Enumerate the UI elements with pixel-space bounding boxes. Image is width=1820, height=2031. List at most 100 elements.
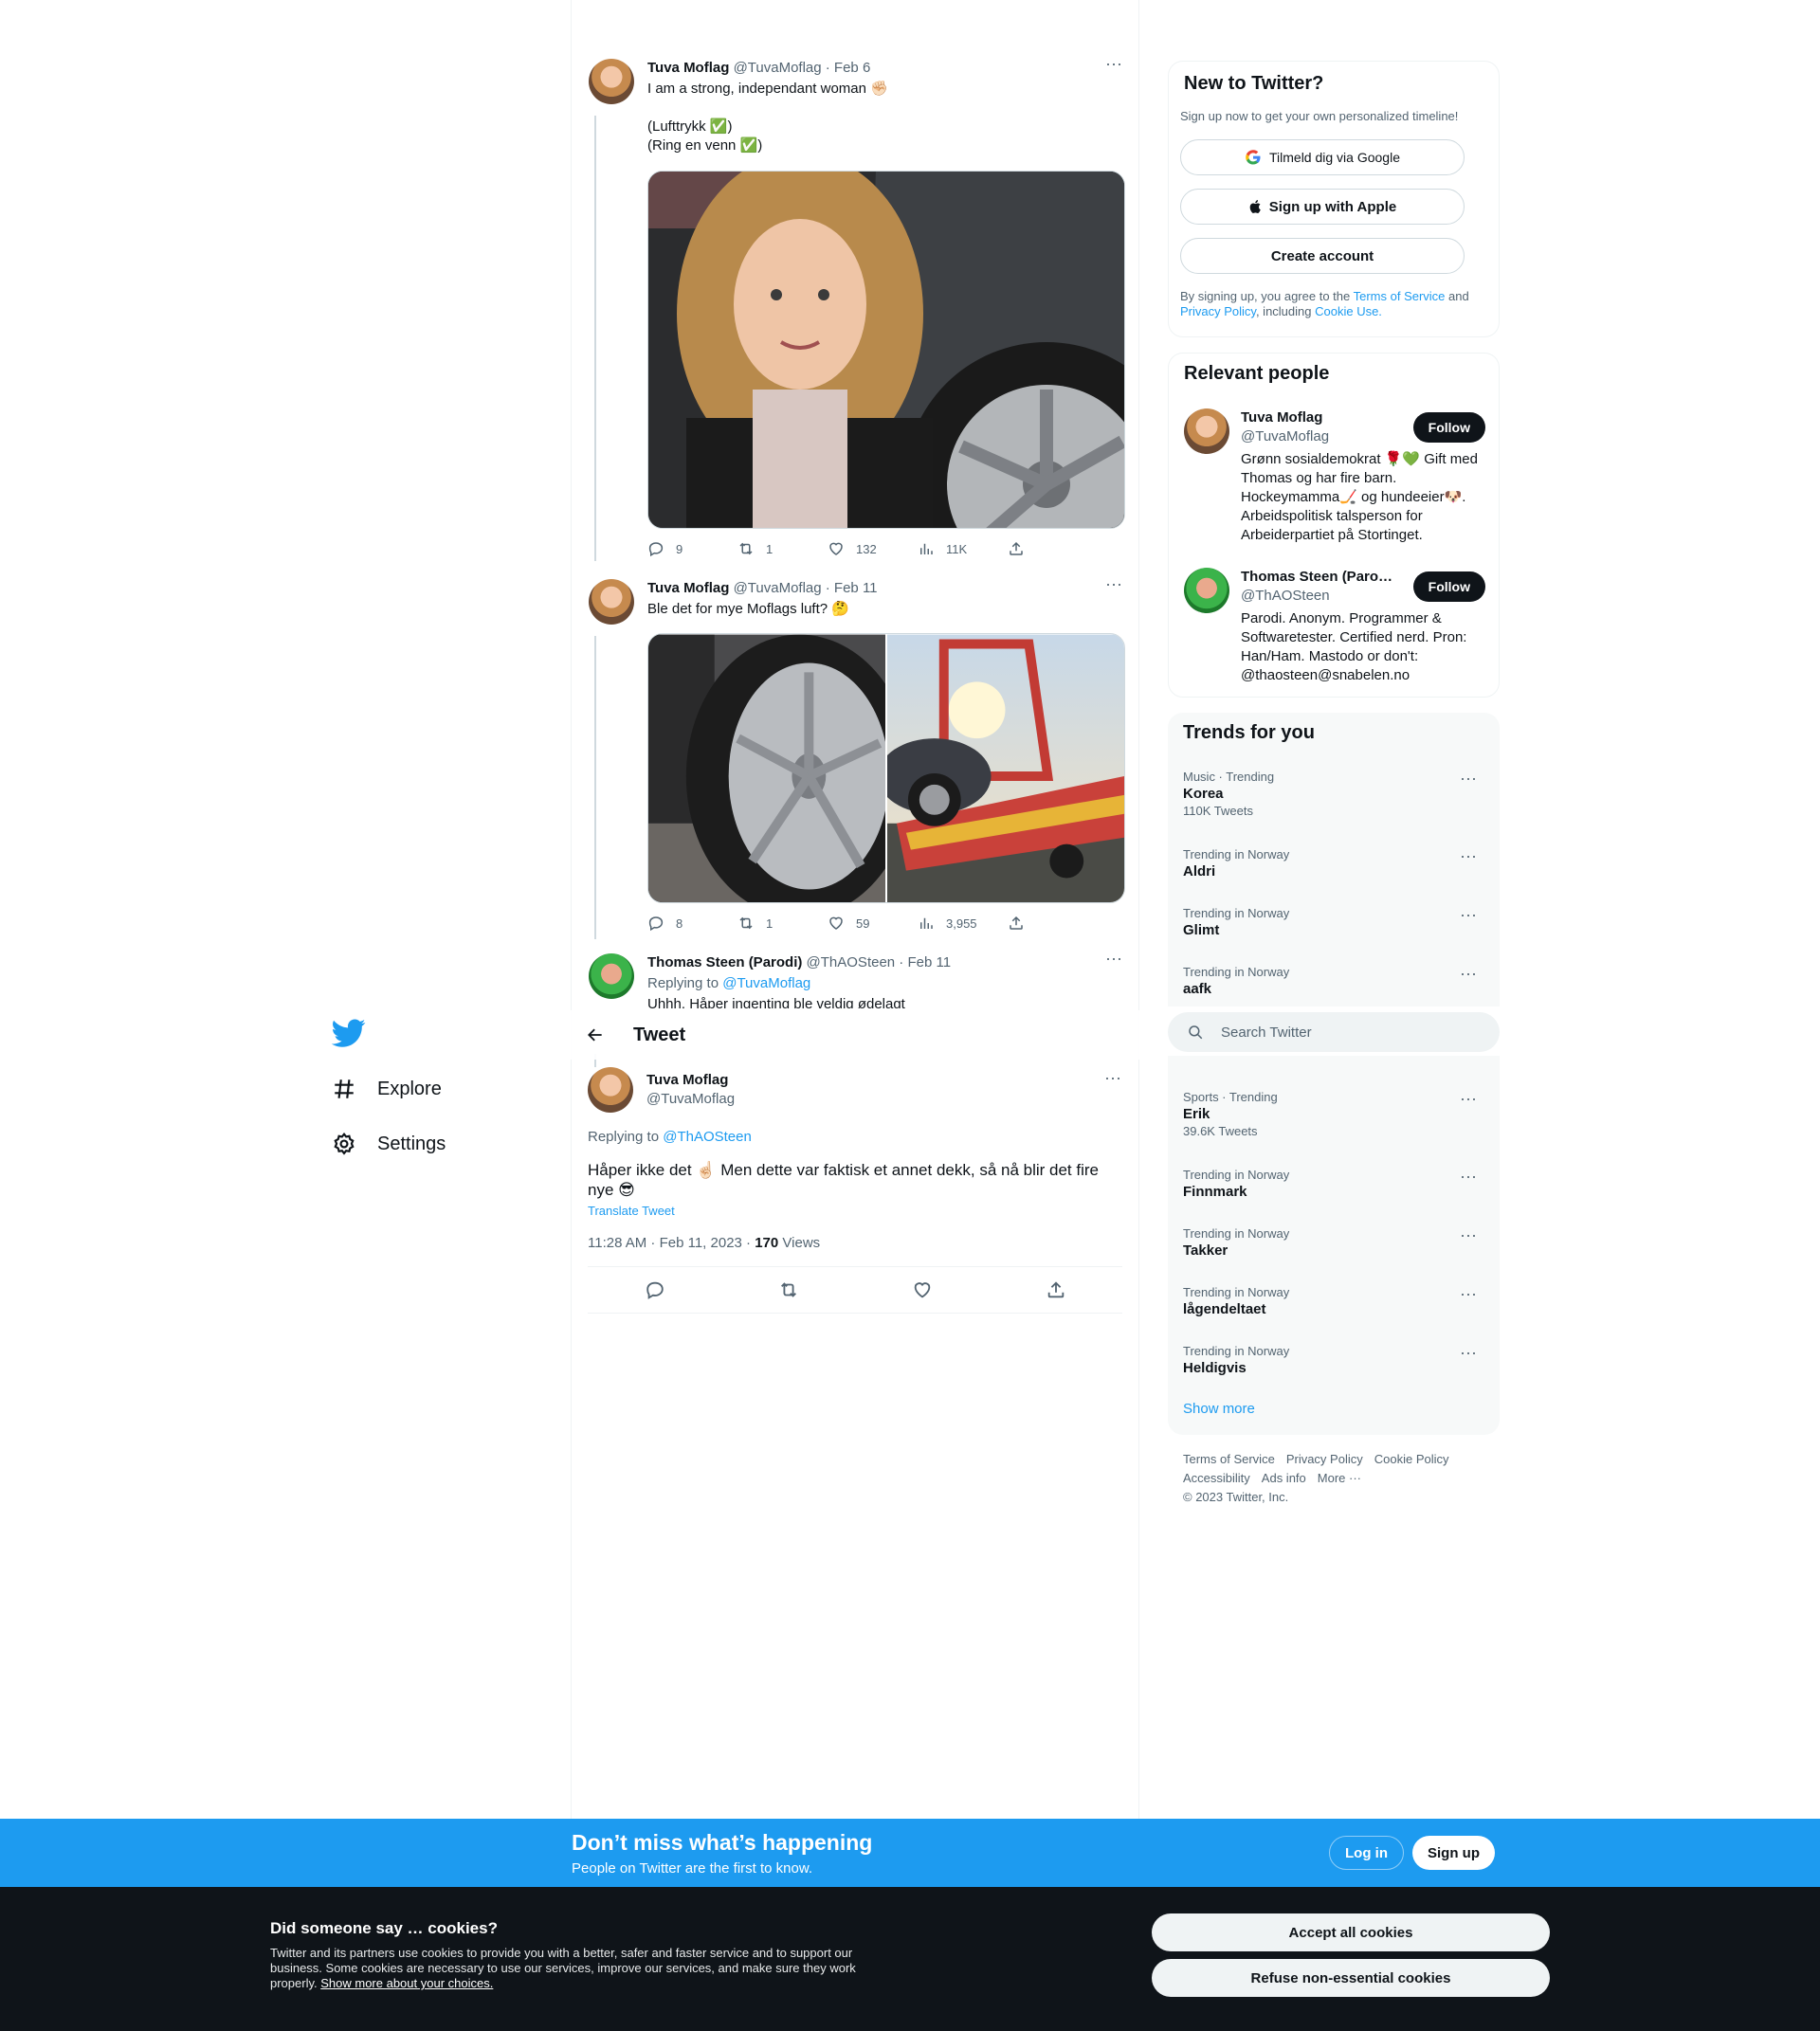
trends-card-continued: Sports · Trending Erik 39.6K Tweets ··· … [1168, 1056, 1500, 1435]
show-more-link[interactable]: Show more [1183, 1401, 1255, 1417]
trend-item[interactable]: Trending in Norway lågendeltaet ··· [1183, 1285, 1484, 1319]
more-options-icon[interactable]: ··· [1460, 847, 1477, 864]
tweet[interactable]: Tuva Moflag @TuvaMoflag · Feb 6 I am a s… [589, 55, 1125, 571]
footer-link[interactable]: Terms of Service [1183, 1452, 1275, 1466]
footer-link[interactable]: Accessibility [1183, 1471, 1250, 1485]
trend-item[interactable]: Trending in Norway Finnmark ··· [1183, 1168, 1484, 1202]
trend-name: Takker [1183, 1242, 1228, 1259]
like-button[interactable]: 59 [828, 915, 918, 932]
views-button[interactable]: 3,955 [918, 915, 1008, 932]
footer-link[interactable]: More ··· [1318, 1471, 1361, 1485]
search-box[interactable]: Search Twitter [1168, 1012, 1500, 1052]
trend-item[interactable]: Music · Trending Korea 110K Tweets ··· [1183, 770, 1484, 819]
like-button[interactable]: 132 [828, 540, 918, 557]
more-options-icon[interactable]: ··· [1104, 575, 1123, 598]
avatar[interactable] [589, 953, 634, 999]
trend-item[interactable]: Sports · Trending Erik 39.6K Tweets ··· [1183, 1090, 1484, 1139]
terms-link[interactable]: Terms of Service [1354, 289, 1446, 303]
more-options-icon[interactable]: ··· [1460, 1090, 1477, 1107]
login-button[interactable]: Log in [1329, 1836, 1404, 1870]
refuse-cookies-button[interactable]: Refuse non-essential cookies [1152, 1959, 1550, 1997]
share-button[interactable] [1008, 540, 1098, 557]
follow-button[interactable]: Follow [1412, 412, 1485, 443]
terms-including: , including [1255, 304, 1316, 318]
tweet[interactable]: Tuva Moflag @TuvaMoflag · Feb 11 Ble det… [589, 575, 1125, 939]
reply-button[interactable]: 9 [647, 540, 737, 557]
signup-banner: Don’t miss what’s happening People on Tw… [0, 1819, 1820, 1887]
retweet-icon[interactable] [778, 1279, 799, 1300]
more-options-icon[interactable]: ··· [1460, 1285, 1477, 1302]
tweet-header: Tuva Moflag @TuvaMoflag · Feb 6 [647, 59, 1123, 78]
google-signup-button[interactable]: Tilmeld dig via Google [1180, 139, 1465, 175]
search-input[interactable]: Search Twitter [1221, 1025, 1312, 1041]
more-options-icon[interactable]: ··· [1460, 906, 1477, 923]
trend-meta: Music · Trending [1183, 770, 1275, 784]
footer-link[interactable]: Ads info [1262, 1471, 1306, 1485]
signup-button[interactable]: Sign up [1412, 1836, 1495, 1870]
twitter-logo-icon[interactable] [332, 1016, 366, 1050]
google-signup-label: Tilmeld dig via Google [1269, 150, 1400, 165]
author-handle[interactable]: @TuvaMoflag [646, 1090, 735, 1109]
avatar[interactable] [1184, 408, 1229, 454]
more-options-icon[interactable]: ··· [1103, 1069, 1122, 1092]
heart-icon [829, 542, 843, 555]
tweet-photo[interactable] [647, 171, 1125, 529]
views-button[interactable]: 11K [918, 540, 1008, 557]
views-count: 170 [755, 1235, 779, 1251]
trend-item[interactable]: Trending in Norway Takker ··· [1183, 1226, 1484, 1260]
terms-and: and [1445, 289, 1469, 303]
tweet[interactable]: Thomas Steen (Parodi) @ThAOSteen · Feb 1… [589, 953, 1123, 1008]
more-options-icon[interactable]: ··· [1460, 770, 1477, 787]
share-icon[interactable] [1046, 1279, 1066, 1300]
create-account-button[interactable]: Create account [1180, 238, 1465, 274]
tweet-meta[interactable]: @TuvaMoflag · Feb 6 [734, 60, 871, 76]
trend-item[interactable]: Trending in Norway Glimt ··· [1183, 906, 1484, 940]
more-options-icon[interactable]: ··· [1460, 1168, 1477, 1185]
reply-button[interactable]: 8 [647, 915, 737, 932]
cookie-use-link[interactable]: Cookie Use. [1315, 304, 1382, 318]
share-button[interactable] [1008, 915, 1098, 932]
avatar[interactable] [589, 59, 634, 104]
replying-to-handle[interactable]: @ThAOSteen [663, 1129, 752, 1145]
footer-link[interactable]: Cookie Policy [1374, 1452, 1449, 1466]
more-options-icon[interactable]: ··· [1460, 1344, 1477, 1361]
avatar[interactable] [588, 1067, 633, 1113]
accept-cookies-button[interactable]: Accept all cookies [1152, 1913, 1550, 1951]
reply-icon [648, 916, 664, 932]
trend-item[interactable]: Trending in Norway aafk ··· [1183, 965, 1484, 999]
avatar[interactable] [1184, 568, 1229, 613]
tweet-author-name[interactable]: Thomas Steen (Parodi) [647, 954, 802, 970]
tweet-author-name[interactable]: Tuva Moflag [647, 580, 729, 596]
tweet-meta[interactable]: @ThAOSteen · Feb 11 [807, 954, 952, 970]
tweet-photo[interactable] [886, 634, 1124, 903]
more-options-icon[interactable]: ··· [1460, 965, 1477, 982]
translate-tweet-link[interactable]: Translate Tweet [588, 1204, 1122, 1218]
focused-author[interactable]: Tuva Moflag @TuvaMoflag [646, 1071, 735, 1109]
nav-explore[interactable]: Explore [322, 1061, 569, 1116]
more-options-icon[interactable]: ··· [1104, 953, 1123, 972]
trends-card: Trends for you Music · Trending Korea 11… [1168, 713, 1500, 1006]
privacy-link[interactable]: Privacy Policy [1180, 304, 1256, 318]
trend-item[interactable]: Trending in Norway Heldigvis ··· [1183, 1344, 1484, 1378]
footer-link[interactable]: Privacy Policy [1286, 1452, 1363, 1466]
author-name[interactable]: Tuva Moflag [646, 1071, 735, 1090]
tweet-meta[interactable]: @TuvaMoflag · Feb 11 [734, 580, 878, 596]
apple-signup-button[interactable]: Sign up with Apple [1180, 189, 1465, 225]
avatar[interactable] [589, 579, 634, 625]
follow-button[interactable]: Follow [1412, 571, 1485, 602]
nav-settings[interactable]: Settings [322, 1116, 569, 1171]
heart-icon[interactable] [912, 1279, 933, 1300]
tweet-author-name[interactable]: Tuva Moflag [647, 60, 729, 76]
retweet-button[interactable]: 1 [737, 915, 828, 932]
more-options-icon[interactable]: ··· [1104, 55, 1123, 78]
more-options-icon[interactable]: ··· [1460, 1226, 1477, 1243]
share-icon [1010, 541, 1023, 555]
tweet-photo[interactable] [648, 634, 885, 903]
analytics-icon [920, 543, 933, 554]
back-arrow-icon[interactable] [586, 1025, 605, 1044]
cookie-choices-link[interactable]: Show more about your choices. [320, 1976, 493, 1990]
trend-item[interactable]: Trending in Norway Aldri ··· [1183, 847, 1484, 881]
replying-to-handle[interactable]: @TuvaMoflag [722, 975, 810, 991]
retweet-button[interactable]: 1 [737, 540, 828, 557]
reply-icon[interactable] [645, 1279, 665, 1300]
